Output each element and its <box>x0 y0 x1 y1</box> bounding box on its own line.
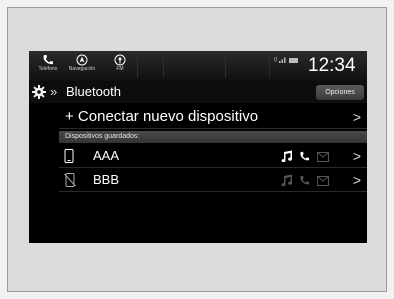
phone-call-icon <box>299 173 310 191</box>
saved-devices-label: Dispositivos guardados: <box>65 133 140 140</box>
page-header: » Bluetooth Opciones <box>29 81 367 103</box>
phone-app-label: Teléfono <box>38 66 58 72</box>
audio-icon <box>281 149 293 167</box>
chevron-right-icon: > <box>352 172 361 188</box>
navigation-icon <box>76 54 88 66</box>
infotainment-screen: Teléfono Navegación FM 0 12:34 » Bluetoo… <box>29 51 367 243</box>
device-row[interactable]: AAA > <box>59 145 367 168</box>
navigation-app-button[interactable]: Navegación <box>65 53 99 79</box>
status-bar: Teléfono Navegación FM 0 12:34 <box>29 51 367 81</box>
page-title: Bluetooth <box>66 84 121 99</box>
saved-devices-header: Dispositivos guardados: <box>59 131 367 143</box>
phone-icon <box>43 55 53 65</box>
phone-app-button[interactable]: Teléfono <box>31 53 65 79</box>
chevron-right-icon: > <box>352 109 361 125</box>
radio-app-button[interactable]: FM <box>103 53 137 79</box>
phone-connected-icon <box>64 149 74 163</box>
empty-app-slot <box>269 54 270 78</box>
status-indicators: 0 <box>274 57 299 64</box>
indicator-count: 0 <box>274 57 278 64</box>
options-button[interactable]: Opciones <box>316 85 364 100</box>
empty-app-slot[interactable] <box>225 54 226 78</box>
device-capabilities <box>281 149 331 167</box>
radio-app-label: FM <box>116 66 124 72</box>
audio-icon <box>281 173 293 191</box>
connect-new-device-row[interactable]: + Conectar nuevo dispositivo > <box>59 106 367 129</box>
device-name: BBB <box>93 172 120 187</box>
message-icon <box>316 173 329 191</box>
empty-app-slot[interactable] <box>163 54 164 78</box>
phone-disconnected-icon <box>64 173 76 187</box>
message-icon <box>316 149 329 167</box>
clock: 12:34 <box>308 55 356 76</box>
battery-icon <box>288 57 298 63</box>
device-row[interactable]: BBB > <box>59 169 367 192</box>
chevron-right-icon: > <box>352 148 361 164</box>
navigation-app-label: Navegación <box>68 66 96 72</box>
signal-icon <box>279 57 286 63</box>
settings-gear-icon[interactable] <box>32 85 46 99</box>
empty-app-slot[interactable] <box>137 54 138 78</box>
phone-call-icon <box>299 149 310 167</box>
device-name: AAA <box>93 148 120 163</box>
device-capabilities <box>281 173 331 191</box>
breadcrumb-separator: » <box>50 84 58 99</box>
connect-new-device-label: + Conectar nuevo dispositivo <box>65 108 259 125</box>
radio-icon <box>114 54 126 66</box>
